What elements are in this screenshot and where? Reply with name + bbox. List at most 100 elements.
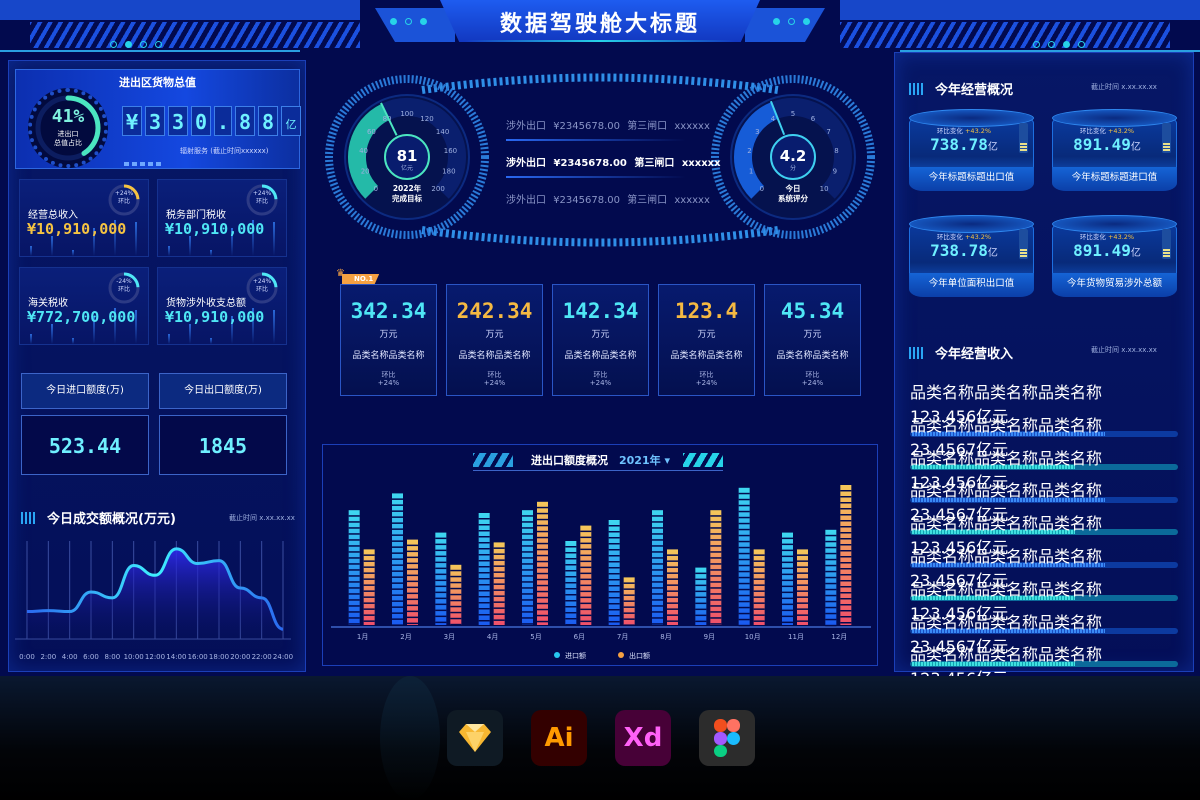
income-row[interactable]: 品类名称品类名称品类名称123.456亿元 [910, 641, 1178, 676]
digit-cell: 3 [168, 106, 188, 136]
product-card[interactable]: 342.34 万元 品类名称品类名称 环比 +24% [340, 284, 437, 396]
product-value: 142.34 [562, 299, 639, 323]
gauge-score-tick-label: 1 [749, 168, 753, 176]
gate-row[interactable]: 涉外出口 ¥2345678.00 第三闸口 xxxxxx [506, 154, 721, 169]
kpi-value: ¥772,700,000 [27, 308, 136, 326]
trend-title: 今日成交额概况(万元) [21, 508, 176, 527]
overview-note: 截止时间 x.xx.xx.xx [1091, 83, 1157, 91]
import-bar[interactable] [695, 567, 707, 625]
income-title-text: 今年经营收入 [935, 347, 1014, 362]
overview-card[interactable]: 环比变化 +43.2% 738.78亿 今年单位面积出口值 [909, 215, 1034, 297]
gauge-target-tick-label: 120 [420, 115, 433, 123]
pager-left[interactable] [110, 41, 162, 48]
gauge-target-tick-label: 40 [359, 147, 368, 155]
gauge-score-unit: 分 [790, 164, 796, 172]
kpi-card: 经营总收入 ¥10,910,000 +24% 环比 [19, 179, 149, 257]
product-name: 品类名称品类名称 [670, 351, 743, 361]
header-bar-left [0, 0, 360, 20]
gate-row[interactable]: 涉外出口 ¥2345678.00 第三闸口 xxxxxx [506, 191, 710, 206]
stripe-deco-right [683, 453, 723, 467]
gate-code: xxxxxx [681, 158, 721, 169]
gauge-score-tick-label: 4 [771, 115, 776, 123]
kpi-label: 税务部门税收 [166, 210, 226, 221]
daily-label: 今日进口额度(万) [21, 373, 149, 409]
level-meter [1019, 229, 1028, 259]
gauge-score-tick-label: 10 [820, 185, 829, 193]
kpi-change-value: +24% [252, 278, 272, 285]
x-tick-label: 2月 [400, 633, 411, 641]
gauge-target-tick-label: 0 [374, 185, 378, 193]
overview-card[interactable]: 环比变化 +43.2% 738.78亿 今年标题标题出口值 [909, 109, 1034, 191]
pager-dot[interactable] [1033, 41, 1040, 48]
product-name: 品类名称品类名称 [564, 351, 637, 361]
overview-compare-label: 环比变化 [936, 233, 963, 241]
kpi-bar-deco [72, 250, 74, 256]
overview-label: 今年标题标题出口值 [909, 167, 1034, 191]
gauge-score-tick-label: 9 [833, 168, 837, 176]
overview-value-number: 891.49 [1073, 135, 1131, 154]
overview-value: 891.49亿 [1052, 135, 1162, 154]
kpi-bar-deco [51, 236, 53, 256]
overview-compare: 环比变化 +43.2% [1052, 231, 1162, 241]
kpi-change-label: 环比 [117, 198, 130, 205]
overview-title-text: 今年经营概况 [935, 83, 1014, 98]
product-card[interactable]: 242.34 万元 品类名称品类名称 环比 +24% [446, 284, 543, 396]
daily-value: 523.44 [21, 415, 149, 475]
gauge-target-tick-label: 180 [442, 168, 455, 176]
overview-card[interactable]: 环比变化 +43.2% 891.49亿 今年货物贸易涉外总额 [1052, 215, 1177, 297]
kpi-value: ¥10,910,000 [165, 308, 265, 326]
pager-dot[interactable] [1078, 41, 1085, 48]
product-compare: 环比 +24% [553, 371, 648, 387]
overview-compare-label: 环比变化 [936, 127, 963, 135]
import-bar[interactable] [782, 532, 793, 625]
overview-value-unit: 亿 [987, 142, 998, 153]
daily-value-text: 523.44 [48, 434, 122, 458]
x-tick-label: 24:00 [273, 653, 293, 661]
legend-label[interactable]: 出口额 [629, 651, 650, 660]
product-compare-value: +24% [589, 379, 612, 387]
kpi-change-label: 环比 [255, 286, 268, 293]
x-tick-label: 4:00 [62, 653, 78, 661]
legend-label[interactable]: 进口额 [565, 651, 586, 660]
product-compare: 环比 +24% [447, 371, 542, 387]
dashboard-screen: 数据驾驶舱大标题 进出区货物总值 41% 进出口 总值占比 ¥3 3 0. 8 8 亿 辐射… [0, 0, 1200, 676]
export-bar[interactable] [407, 539, 418, 625]
gauge-target-unit: 亿元 [401, 164, 413, 172]
pager-dot[interactable] [155, 41, 162, 48]
pager-dot[interactable] [1063, 41, 1070, 48]
product-compare: 环比 +24% [341, 371, 436, 387]
product-card[interactable]: 123.4 万元 品类名称品类名称 环比 +24% [658, 284, 755, 396]
kpi-change-label: 环比 [117, 286, 130, 293]
overview-card[interactable]: 环比变化 +43.2% 891.49亿 今年标题标题进口值 [1052, 109, 1177, 191]
overview-value-unit: 亿 [1130, 248, 1141, 259]
overview-compare: 环比变化 +43.2% [909, 125, 1019, 135]
pager-dot[interactable] [140, 41, 147, 48]
overview-value-number: 738.78 [930, 241, 988, 260]
daily-value: 1845 [159, 415, 287, 475]
kpi-bar-deco [72, 338, 74, 344]
digit-cell: 8 [258, 106, 278, 136]
sketch-diamond [459, 724, 491, 752]
pager-dot[interactable] [125, 41, 132, 48]
overview-compare-value: +43.2% [1107, 127, 1135, 135]
import-bar[interactable] [435, 532, 447, 625]
gate-amount: ¥2345678.00 [553, 121, 620, 132]
total-title: 进出区货物总值 [119, 76, 196, 89]
pager-dot[interactable] [110, 41, 117, 48]
gate-code: xxxxxx [674, 121, 710, 132]
sketch-app-icon [447, 710, 503, 766]
product-card[interactable]: 142.34 万元 品类名称品类名称 环比 +24% [552, 284, 649, 396]
pager-right[interactable] [1033, 41, 1085, 48]
year-select[interactable]: 2021年 ▾ [619, 452, 670, 468]
kpi-bar-deco [273, 222, 275, 256]
pager-dot[interactable] [1048, 41, 1055, 48]
income-name: 品类名称品类名称品类名称 [910, 448, 1103, 468]
digit-cell: 0 [191, 106, 211, 136]
product-card[interactable]: 45.34 万元 品类名称品类名称 环比 +24% [764, 284, 861, 396]
import-bar[interactable] [738, 487, 750, 625]
kpi-label: 经营总收入 [28, 210, 78, 221]
daily-value-text: 1845 [198, 434, 248, 458]
gauge-score-tick-label: 2 [747, 147, 751, 155]
product-compare-label: 环比 [699, 371, 714, 379]
gate-row[interactable]: 涉外出口 ¥2345678.00 第三闸口 xxxxxx [506, 117, 710, 132]
